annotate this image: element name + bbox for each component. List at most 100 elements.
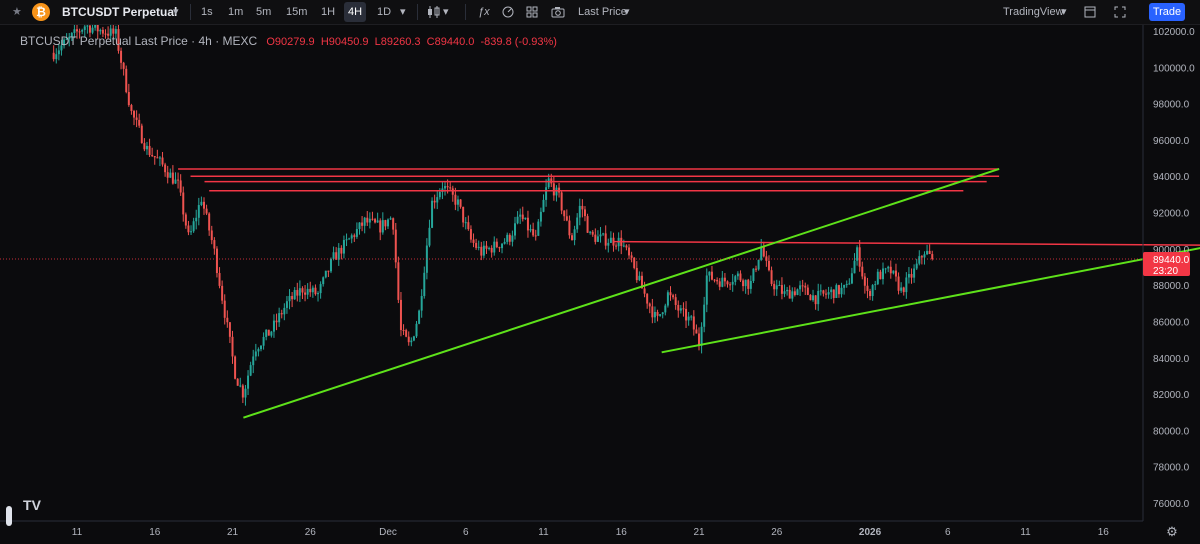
chart-legend: BTCUSDT Perpetual Last Price · 4h · MEXC… [20,34,557,48]
interval-5m[interactable]: 5m [256,0,271,24]
interval-1d[interactable]: 1D [377,0,391,24]
symbol-name[interactable]: BTCUSDT Perpetual [62,0,177,24]
candle-body [412,336,415,341]
candle-body [894,270,897,277]
candle-body [687,316,690,321]
interval-1s[interactable]: 1s [201,0,213,24]
symbol-dropdown-icon[interactable]: ▾ [173,0,179,24]
candle-body [812,295,815,301]
candle-body [151,155,154,157]
trade-button[interactable]: Trade [1149,3,1185,21]
speedometer-icon[interactable] [502,6,514,18]
candle-body [902,287,905,293]
indicators-icon[interactable]: ƒx [478,0,490,24]
interval-15m[interactable]: 15m [286,0,307,24]
candle-body [340,247,343,254]
provider-dropdown-icon[interactable]: ▾ [1061,0,1067,24]
candle-body [661,312,664,315]
candle-body [376,220,379,223]
candle-body [876,271,879,285]
time-tick-label: 21 [693,527,705,538]
candle-style-icon[interactable] [426,5,442,19]
candle-body [355,229,358,237]
candle-body [244,388,247,398]
candle-body [586,216,589,233]
candle-body [99,29,102,32]
candle-body [928,250,931,255]
candle-body [856,247,859,261]
star-icon[interactable]: ★ [12,0,22,24]
time-tick-label: 11 [538,527,549,538]
price-chart[interactable]: 76000.0 78000.0 80000.0 82000.0 84000.0 86000… [0,0,1200,544]
candle-body [568,220,571,236]
candle-body [161,157,164,165]
candle-body [454,194,457,205]
interval-4h[interactable]: 4H [344,2,367,22]
settings-gear-icon[interactable]: ⚙ [1166,524,1178,539]
candle-body [138,119,141,126]
candle-body [666,292,669,306]
candle-body [583,209,586,217]
time-tick-label: 26 [771,527,783,538]
divider [190,4,191,20]
candle-body [143,143,146,150]
provider-selector[interactable]: TradingView [1003,0,1064,24]
candle-body [345,239,348,241]
candle-body [350,235,353,239]
candle-body [249,365,252,376]
candle-body [643,288,646,294]
candle-body [210,230,213,241]
candle-body [145,145,148,150]
candle-body [379,220,382,233]
candle-body [488,247,491,249]
candle-body [804,285,807,288]
interval-dropdown-icon[interactable]: ▾ [400,0,406,24]
price-type-selector[interactable]: Last Price [578,0,627,24]
candle-body [73,29,76,33]
candle-body [669,292,672,296]
candle-body [913,268,916,278]
candle-body [630,255,633,258]
candle-body [213,240,216,249]
candle-body [239,385,242,387]
candle-body [133,111,136,118]
time-tick-label: 11 [72,527,83,538]
interval-1m[interactable]: 1m [228,0,243,24]
candle-body [477,246,480,248]
interval-1h[interactable]: 1H [321,0,335,24]
chart-type-dropdown-icon[interactable]: ▾ [443,0,449,24]
candle-body [288,296,291,302]
candle-body [202,201,205,209]
candle-body [710,271,713,280]
candle-body [819,290,822,292]
candle-body [736,273,739,277]
price-type-dropdown-icon[interactable]: ▾ [624,0,630,24]
candle-body [169,172,172,178]
candle-body [114,29,117,34]
fullscreen-icon[interactable] [1114,6,1126,18]
candle [537,219,540,237]
candle-body [190,231,193,233]
candle-body [519,214,522,217]
candle-body [907,274,910,278]
candle-body [729,284,732,286]
legend-change: -839.8 (-0.93%) [480,36,557,48]
camera-icon[interactable] [551,6,565,18]
candle-body [682,308,685,310]
candle-body [513,223,516,236]
candle-body [850,273,853,284]
layout-grid-icon[interactable] [526,6,538,18]
candle-body [853,260,856,274]
candle-body [221,285,224,301]
scroll-handle[interactable] [6,506,12,526]
candle-body [86,25,89,27]
candle-body [783,291,786,294]
candle-body [415,323,418,337]
candle-body [197,205,200,218]
candle-body [78,31,81,33]
candle-body [576,217,579,230]
layout-icon[interactable] [1084,6,1096,18]
candle-body [861,266,864,277]
candle [666,290,669,308]
candle-body [469,229,472,240]
